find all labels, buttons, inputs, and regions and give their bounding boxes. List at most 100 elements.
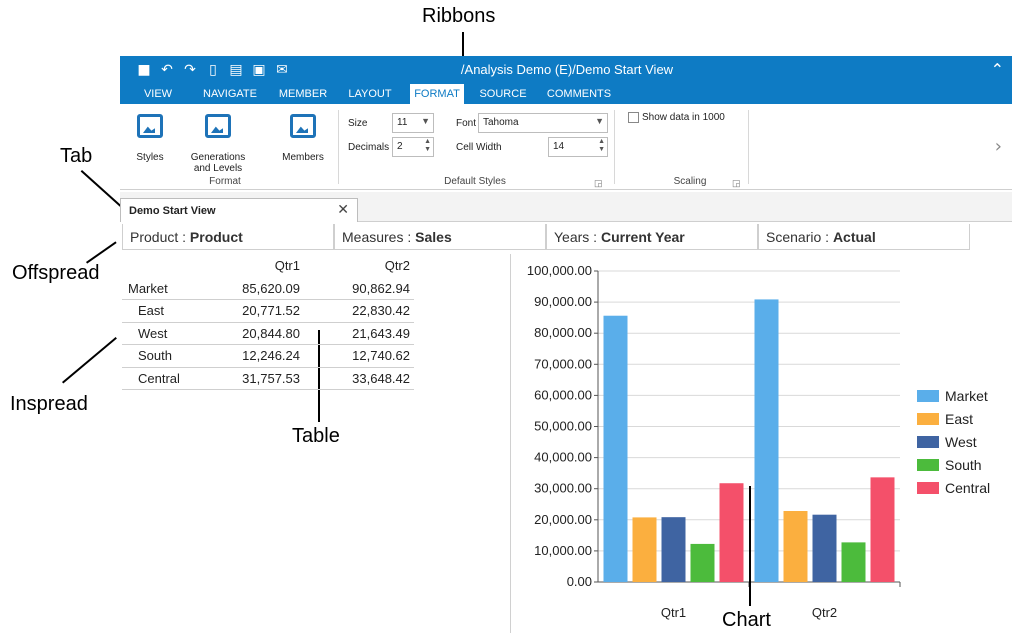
y-tick-label: 100,000.00: [527, 263, 592, 278]
data-cell[interactable]: 22,830.42: [352, 300, 410, 323]
y-tick-label: 90,000.00: [534, 294, 592, 309]
font-label: Font: [456, 118, 477, 129]
group-separator: [338, 110, 339, 184]
show-data-in-1000-checkbox[interactable]: [628, 112, 639, 123]
legend-swatch: [917, 459, 939, 471]
pov-years[interactable]: Years : Current Year: [546, 224, 758, 250]
ribbon-tab-bar: VIEW NAVIGATE MEMBER LAYOUT FORMAT SOURC…: [120, 84, 1012, 104]
window-title: /Analysis Demo (E)/Demo Start View: [460, 62, 674, 77]
data-cell[interactable]: 20,844.80: [242, 323, 300, 346]
generations-label-line2: and Levels: [193, 163, 243, 174]
legend-label: Central: [945, 480, 990, 496]
chevron-down-icon: ▼: [421, 116, 430, 126]
generations-icon: [205, 114, 231, 138]
chevron-right-icon[interactable]: ›: [995, 136, 1002, 157]
pov-product[interactable]: Product : Product: [122, 224, 334, 250]
tab-layout[interactable]: LAYOUT: [344, 84, 396, 104]
row-header[interactable]: South: [138, 345, 172, 368]
pov-dim: Scenario: [766, 229, 822, 245]
show-data-in-1000-label: Show data in 1000: [642, 112, 725, 123]
tab-view[interactable]: VIEW: [134, 84, 182, 104]
table-row: West 20,844.80 21,643.49: [122, 323, 414, 346]
legend-label: South: [945, 457, 982, 473]
group-separator: [614, 110, 615, 184]
bar-market-qtr1: [603, 315, 628, 582]
styles-button[interactable]: Styles: [130, 114, 170, 163]
legend-swatch: [917, 413, 939, 425]
bar-south-qtr1: [690, 543, 715, 582]
size-select[interactable]: 11 ▼: [392, 113, 434, 133]
title-bar: ■ ↶ ↷ ▯ ▤ ▣ ✉ /Analysis Demo (E)/Demo St…: [120, 56, 1012, 84]
x-tick-label: Qtr1: [661, 605, 686, 620]
pov-measures[interactable]: Measures : Sales: [334, 224, 546, 250]
tab-member[interactable]: MEMBER: [275, 84, 331, 104]
callout-inspread: Inspread: [10, 393, 88, 415]
data-cell[interactable]: 12,246.24: [242, 345, 300, 368]
document-tab[interactable]: Demo Start View ✕: [120, 198, 358, 222]
tab-source[interactable]: SOURCE: [476, 84, 530, 104]
data-cell[interactable]: 85,620.09: [242, 278, 300, 301]
font-select[interactable]: Tahoma ▼: [478, 113, 608, 133]
offspread-pov-bar: Product : Product Measures : Sales Years…: [122, 224, 970, 250]
table-row: South 12,246.24 12,740.62: [122, 345, 414, 368]
generations-and-levels-button[interactable]: Generations and Levels: [182, 114, 254, 174]
x-tick-label: Qtr2: [812, 605, 837, 620]
legend-swatch: [917, 436, 939, 448]
decimals-stepper[interactable]: 2 ▲ ▼: [392, 137, 434, 157]
tab-format[interactable]: FORMAT: [410, 84, 464, 104]
y-tick-label: 50,000.00: [534, 419, 592, 434]
members-button[interactable]: Members: [278, 114, 328, 163]
collapse-ribbon-icon[interactable]: ⌃: [991, 60, 1004, 79]
row-header[interactable]: Market: [128, 278, 168, 301]
callout-table: Table: [292, 425, 340, 447]
group-separator: [748, 110, 749, 184]
size-value: 11: [397, 117, 408, 128]
legend-label: Market: [945, 388, 988, 404]
format-group-label: Format: [209, 176, 241, 187]
chevron-down-icon: ▼: [595, 116, 604, 126]
tab-comments[interactable]: COMMENTS: [544, 84, 614, 104]
data-cell[interactable]: 33,648.42: [352, 368, 410, 391]
bar-west-qtr2: [812, 514, 837, 582]
tab-navigate[interactable]: NAVIGATE: [200, 84, 260, 104]
y-tick-label: 40,000.00: [534, 450, 592, 465]
column-header[interactable]: Qtr1: [275, 255, 300, 278]
size-label: Size: [348, 118, 368, 129]
data-cell[interactable]: 31,757.53: [242, 368, 300, 391]
data-cell[interactable]: 21,643.49: [352, 323, 410, 346]
font-value: Tahoma: [483, 117, 519, 128]
pane-splitter[interactable]: [510, 254, 511, 633]
dialog-launcher-icon[interactable]: ◲: [732, 178, 741, 189]
y-tick-label: 60,000.00: [534, 387, 592, 402]
callout-offspread: Offspread: [12, 262, 100, 284]
spin-arrows-icon[interactable]: ▲ ▼: [424, 138, 431, 154]
data-cell[interactable]: 20,771.52: [242, 300, 300, 323]
cell-width-stepper[interactable]: 14 ▲ ▼: [548, 137, 608, 157]
members-label: Members: [282, 152, 324, 163]
y-tick-label: 70,000.00: [534, 356, 592, 371]
data-grid: Qtr1 Qtr2 Market 85,620.09 90,862.94 Eas…: [122, 255, 414, 390]
callout-ribbons: Ribbons: [422, 5, 496, 27]
pov-dim: Years: [554, 229, 590, 245]
pov-member: Sales: [415, 229, 452, 245]
close-icon[interactable]: ✕: [337, 202, 349, 218]
row-header[interactable]: West: [138, 323, 167, 346]
y-tick-label: 80,000.00: [534, 325, 592, 340]
row-header[interactable]: East: [138, 300, 164, 323]
pov-scenario[interactable]: Scenario : Actual: [758, 224, 970, 250]
bar-east-qtr1: [632, 517, 657, 582]
y-tick-label: 20,000.00: [534, 512, 592, 527]
default-styles-group-label: Default Styles: [444, 176, 506, 187]
data-cell[interactable]: 12,740.62: [352, 345, 410, 368]
table-row: Market 85,620.09 90,862.94: [122, 278, 414, 301]
column-header[interactable]: Qtr2: [385, 255, 410, 278]
grid-header-row: Qtr1 Qtr2: [122, 255, 414, 278]
legend-label: West: [945, 434, 977, 450]
callout-tab: Tab: [60, 145, 93, 167]
data-cell[interactable]: 90,862.94: [352, 278, 410, 301]
document-tab-label: Demo Start View: [129, 205, 216, 217]
decimals-value: 2: [397, 141, 403, 152]
dialog-launcher-icon[interactable]: ◲: [594, 178, 603, 189]
row-header[interactable]: Central: [138, 368, 180, 391]
spin-arrows-icon[interactable]: ▲ ▼: [598, 138, 605, 154]
